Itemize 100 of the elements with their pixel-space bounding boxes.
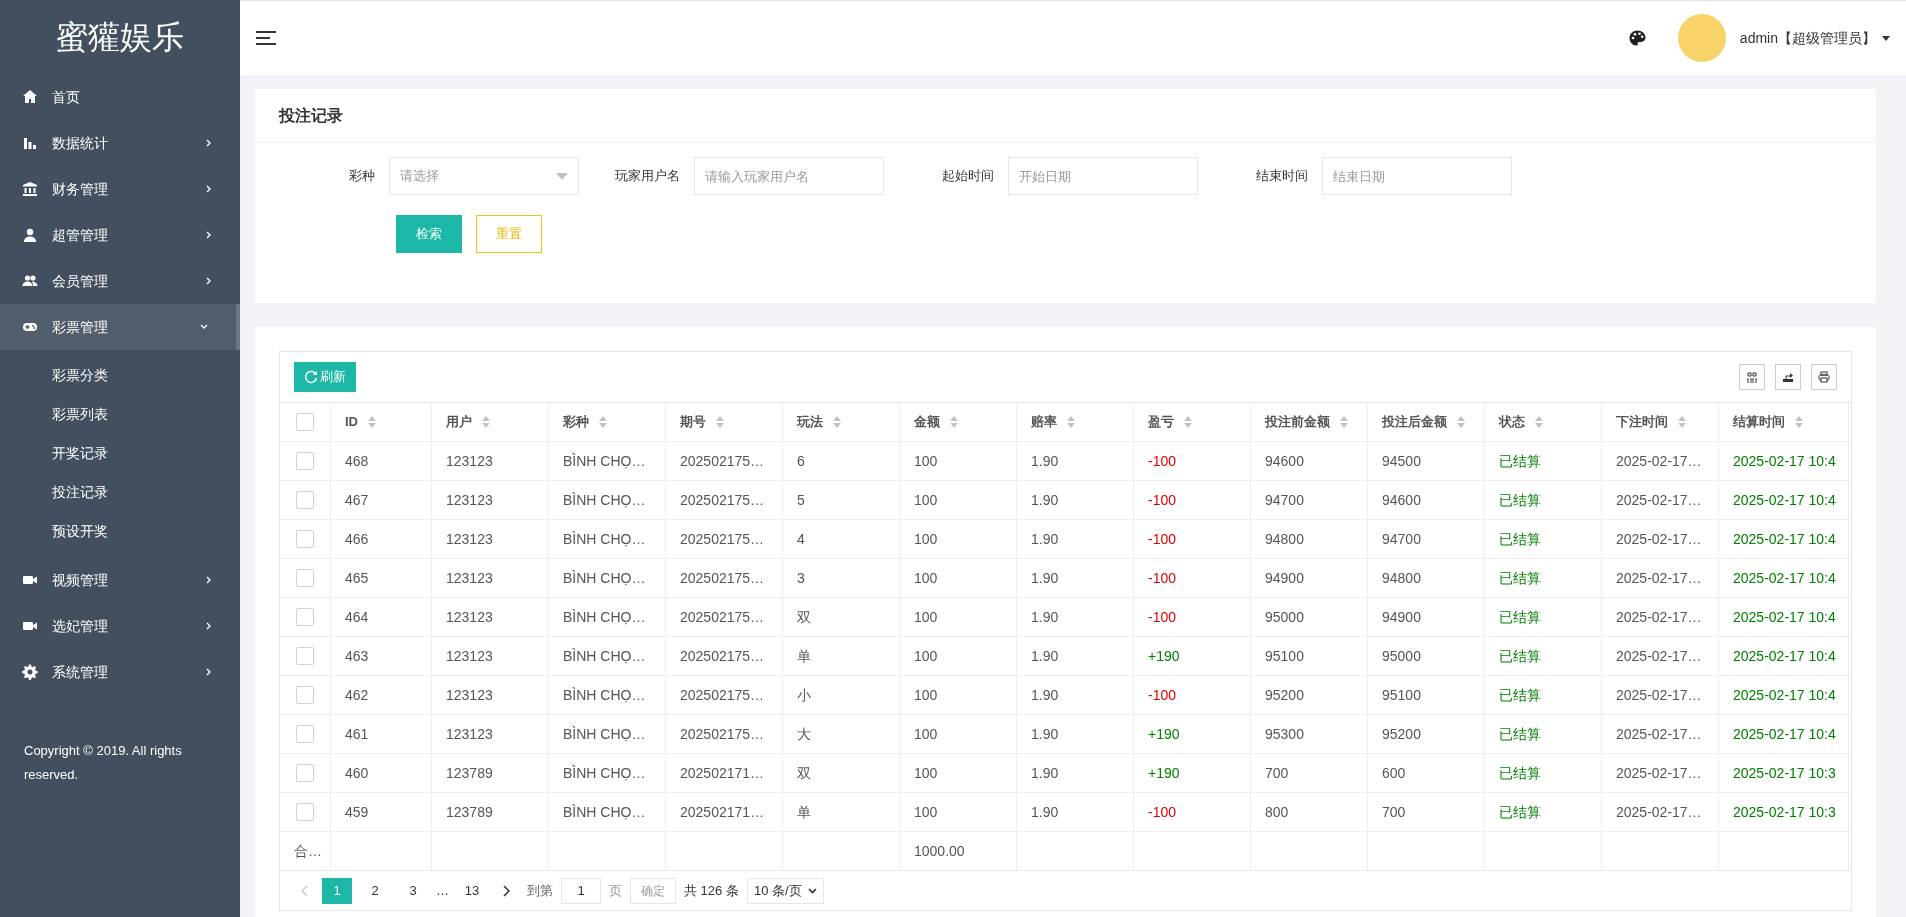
table-cell-text: 2025-02-17 10:3	[1733, 763, 1836, 783]
table-cell-text: 95000	[1265, 607, 1304, 627]
checkbox[interactable]	[296, 413, 314, 431]
table-cell-text: 467	[345, 490, 369, 510]
table-cell-text: 202502175…	[680, 529, 765, 549]
table-cell-text: -100	[1148, 802, 1177, 822]
table-cell-text: BÌNH CHỌ…	[563, 646, 646, 666]
column-header[interactable]: 玩法	[797, 412, 823, 432]
page-button[interactable]: 3	[398, 877, 428, 904]
sidebar-item[interactable]: 视频管理	[0, 557, 240, 603]
table-cell-text: 202502171…	[680, 763, 765, 783]
bank-icon	[22, 181, 38, 197]
palette-icon[interactable]	[1628, 30, 1646, 46]
sidebar-subitem[interactable]: 投注记录	[0, 473, 240, 512]
sort-icon[interactable]	[1795, 416, 1803, 428]
sidebar-subitem[interactable]: 彩票列表	[0, 395, 240, 434]
table-cell-text: 2025-02-17…	[1616, 568, 1702, 588]
table-cell-text: 600	[1382, 763, 1406, 783]
column-header[interactable]: 状态	[1499, 412, 1525, 432]
table-cell-text: 95200	[1382, 724, 1421, 744]
checkbox[interactable]	[296, 686, 314, 704]
table-cell-text: 94600	[1265, 451, 1304, 471]
sort-icon[interactable]	[482, 416, 490, 428]
input-field[interactable]: 请输入玩家用户名	[694, 157, 884, 195]
column-header[interactable]: 期号	[680, 412, 706, 432]
sort-icon[interactable]	[1678, 416, 1686, 428]
sort-icon[interactable]	[368, 416, 376, 428]
table-cell-text: 123123	[446, 490, 493, 510]
table-cell-text: 100	[914, 529, 938, 549]
table-cell-text: 1.90	[1031, 763, 1059, 783]
sidebar-item[interactable]: 数据统计	[0, 120, 240, 166]
input-field[interactable]: 开始日期	[1008, 157, 1198, 195]
column-header[interactable]: 盈亏	[1148, 412, 1174, 432]
checkbox[interactable]	[296, 725, 314, 743]
checkbox[interactable]	[296, 530, 314, 548]
sort-icon[interactable]	[1457, 416, 1465, 428]
sidebar-item[interactable]: 会员管理	[0, 258, 240, 304]
table-cell-text: 100	[914, 724, 938, 744]
checkbox[interactable]	[296, 764, 314, 782]
sort-icon[interactable]	[1340, 416, 1348, 428]
sidebar-item[interactable]: 彩票管理	[0, 304, 240, 350]
checkbox[interactable]	[296, 491, 314, 509]
chevron-right-icon	[206, 185, 212, 193]
previous-page-icon[interactable]	[300, 884, 308, 897]
table-cell-text: 6	[797, 451, 805, 471]
sidebar-subitem[interactable]: 彩票分类	[0, 356, 240, 395]
sort-icon[interactable]	[1067, 416, 1075, 428]
chevron-right-icon	[206, 231, 212, 239]
sort-icon[interactable]	[950, 416, 958, 428]
sort-icon[interactable]	[1184, 416, 1192, 428]
print-button[interactable]	[1811, 364, 1837, 390]
chevron-right-icon	[206, 576, 212, 584]
checkbox[interactable]	[296, 608, 314, 626]
column-header[interactable]: 结算时间	[1733, 412, 1785, 432]
next-page-icon[interactable]	[503, 884, 511, 897]
sort-icon[interactable]	[833, 416, 841, 428]
avatar[interactable]	[1677, 14, 1726, 62]
sidebar-item[interactable]: 选妃管理	[0, 603, 240, 649]
column-header[interactable]: ID	[345, 412, 358, 432]
page-button[interactable]: 2	[360, 877, 390, 904]
checkbox[interactable]	[296, 647, 314, 665]
table-cell-text: 2025-02-17…	[1616, 685, 1702, 705]
table-cell-text: 已结算	[1499, 529, 1541, 549]
table-cell-text: 94600	[1382, 490, 1421, 510]
sidebar-item[interactable]: 财务管理	[0, 166, 240, 212]
page-button[interactable]: 13	[457, 877, 487, 904]
user-icon	[22, 227, 38, 243]
column-header[interactable]: 用户	[446, 412, 472, 432]
sidebar-item[interactable]: 首页	[0, 74, 240, 120]
menu-icon[interactable]	[256, 31, 276, 45]
sort-icon[interactable]	[1535, 416, 1543, 428]
column-header[interactable]: 投注前金额	[1265, 412, 1330, 432]
column-header[interactable]: 赔率	[1031, 412, 1057, 432]
column-header[interactable]: 投注后金额	[1382, 412, 1447, 432]
sort-icon[interactable]	[599, 416, 607, 428]
columns-button[interactable]	[1739, 364, 1765, 390]
goto-label: 到第	[527, 881, 553, 900]
checkbox[interactable]	[296, 452, 314, 470]
column-header[interactable]: 金额	[914, 412, 940, 432]
sort-icon[interactable]	[716, 416, 724, 428]
column-header[interactable]: 下注时间	[1616, 412, 1668, 432]
sidebar-item[interactable]: 超管管理	[0, 212, 240, 258]
table-cell-text: 461	[345, 724, 369, 744]
table-cell-text: 123789	[446, 763, 493, 783]
export-button[interactable]	[1775, 364, 1801, 390]
table-cell-text: 100	[914, 490, 938, 510]
print-icon	[1817, 370, 1831, 384]
checkbox[interactable]	[296, 803, 314, 821]
input-field[interactable]: 结束日期	[1322, 157, 1512, 195]
table-cell-text: +190	[1148, 763, 1180, 783]
sidebar-subitem[interactable]: 开奖记录	[0, 434, 240, 473]
user-menu[interactable]: admin【超级管理员】	[1739, 27, 1890, 49]
table-cell-text: BÌNH CHỌ…	[563, 685, 646, 705]
page-input[interactable]: 1	[561, 877, 601, 904]
column-header[interactable]: 彩种	[563, 412, 589, 432]
sidebar-item[interactable]: 系统管理	[0, 649, 240, 695]
filter-label: 起始时间	[942, 167, 994, 186]
checkbox[interactable]	[296, 569, 314, 587]
sidebar-subitem[interactable]: 预设开奖	[0, 512, 240, 551]
page-size-select[interactable]: 10 条/页	[746, 877, 824, 904]
